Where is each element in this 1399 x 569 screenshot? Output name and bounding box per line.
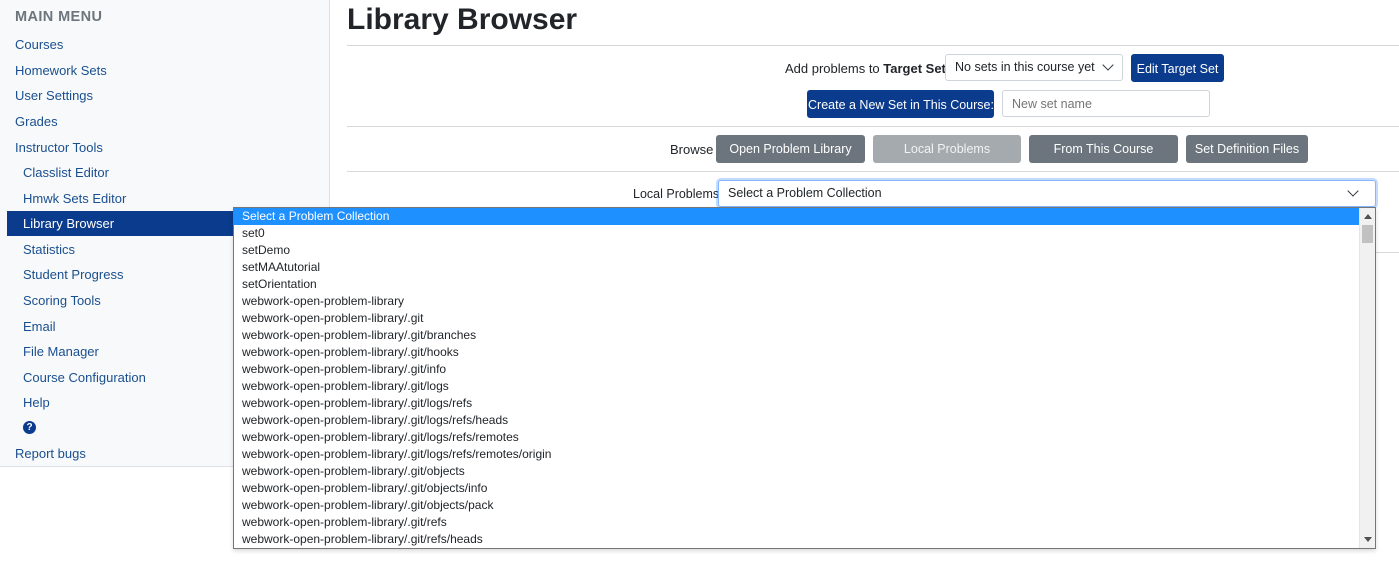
- dropdown-option[interactable]: webwork-open-problem-library/.git/hooks: [234, 344, 1375, 361]
- dropdown-option[interactable]: webwork-open-problem-library/.git/object…: [234, 497, 1375, 514]
- main-menu-heading: MAIN MENU: [15, 9, 103, 25]
- dropdown-option[interactable]: setMAAtutorial: [234, 259, 1375, 276]
- menu-item-statistics[interactable]: Statistics: [23, 237, 75, 262]
- target-set-label: Add problems to Target Set:: [785, 61, 950, 76]
- scrollbar-thumb[interactable]: [1362, 225, 1373, 243]
- dropdown-option[interactable]: webwork-open-problem-library/.git/logs/r…: [234, 412, 1375, 429]
- dropdown-option[interactable]: set0: [234, 225, 1375, 242]
- divider: [347, 171, 1399, 172]
- chevron-down-icon: [1347, 185, 1359, 197]
- target-set-label-prefix: Add problems to: [785, 61, 884, 76]
- new-set-name-input[interactable]: [1002, 90, 1210, 117]
- menu-item-scoring-tools[interactable]: Scoring Tools: [23, 288, 101, 313]
- menu-item-classlist-editor[interactable]: Classlist Editor: [23, 160, 109, 185]
- dropdown-option[interactable]: webwork-open-problem-library/.git/refs/h…: [234, 531, 1375, 548]
- dropdown-option[interactable]: webwork-open-problem-library/.git/branch…: [234, 327, 1375, 344]
- dropdown-option[interactable]: webwork-open-problem-library/.git/object…: [234, 480, 1375, 497]
- problem-collection-dropdown-list[interactable]: Select a Problem Collection set0 setDemo se…: [233, 207, 1376, 549]
- dropdown-option[interactable]: setDemo: [234, 242, 1375, 259]
- problem-collection-select-value: Select a Problem Collection: [728, 186, 882, 200]
- menu-item-grades[interactable]: Grades: [15, 109, 58, 134]
- create-new-set-button[interactable]: Create a New Set in This Course:: [807, 90, 994, 118]
- chevron-down-icon: [1102, 59, 1114, 71]
- open-problem-library-button[interactable]: Open Problem Library: [716, 135, 865, 163]
- target-set-select-value: No sets in this course yet: [955, 60, 1095, 74]
- dropdown-scrollbar[interactable]: [1359, 208, 1375, 548]
- divider: [347, 126, 1399, 127]
- from-this-course-button[interactable]: From This Course: [1029, 135, 1178, 163]
- menu-item-file-manager[interactable]: File Manager: [23, 339, 99, 364]
- dropdown-option[interactable]: setOrientation: [234, 276, 1375, 293]
- target-set-select[interactable]: No sets in this course yet: [945, 54, 1123, 81]
- menu-item-report-bugs[interactable]: Report bugs: [15, 441, 86, 466]
- dropdown-option[interactable]: webwork-open-problem-library/.git/refs: [234, 514, 1375, 531]
- question-circle-icon[interactable]: ?: [23, 421, 36, 434]
- menu-item-email[interactable]: Email: [23, 314, 56, 339]
- dropdown-option[interactable]: webwork-open-problem-library/.git: [234, 310, 1375, 327]
- menu-item-help[interactable]: Help: [23, 390, 50, 415]
- dropdown-options: Select a Problem Collection set0 setDemo se…: [234, 208, 1375, 548]
- menu-item-homework-sets[interactable]: Homework Sets: [15, 58, 107, 83]
- local-problems-button[interactable]: Local Problems: [873, 135, 1021, 163]
- menu-item-courses[interactable]: Courses: [15, 32, 63, 57]
- dropdown-option[interactable]: webwork-open-problem-library/.git/logs: [234, 378, 1375, 395]
- dropdown-option[interactable]: webwork-open-problem-library/.git/info: [234, 361, 1375, 378]
- scroll-up-arrow-icon[interactable]: [1364, 214, 1372, 219]
- edit-target-set-button[interactable]: Edit Target Set: [1131, 54, 1224, 82]
- dropdown-option[interactable]: webwork-open-problem-library/.git/logs/r…: [234, 395, 1375, 412]
- divider: [347, 45, 1399, 46]
- dropdown-option[interactable]: webwork-open-problem-library/.git/logs/r…: [234, 429, 1375, 446]
- browse-label: Browse: [670, 142, 714, 157]
- target-set-label-bold: Target Set:: [883, 61, 951, 76]
- set-definition-files-button[interactable]: Set Definition Files: [1186, 135, 1308, 163]
- dropdown-option[interactable]: webwork-open-problem-library/.git/object…: [234, 463, 1375, 480]
- dropdown-option[interactable]: webwork-open-problem-library/.git/logs/r…: [234, 446, 1375, 463]
- menu-item-user-settings[interactable]: User Settings: [15, 83, 93, 108]
- menu-item-course-configuration[interactable]: Course Configuration: [23, 365, 146, 390]
- problem-collection-select[interactable]: Select a Problem Collection: [718, 180, 1376, 207]
- menu-item-student-progress[interactable]: Student Progress: [23, 262, 123, 287]
- scroll-down-arrow-icon[interactable]: [1364, 537, 1372, 542]
- dropdown-option[interactable]: webwork-open-problem-library: [234, 293, 1375, 310]
- local-problems-label: Local Problems:: [633, 187, 723, 201]
- page-title: Library Browser: [347, 3, 578, 36]
- menu-item-hmwk-sets-editor[interactable]: Hmwk Sets Editor: [23, 186, 126, 211]
- dropdown-option[interactable]: Select a Problem Collection: [234, 208, 1375, 225]
- menu-item-instructor-tools[interactable]: Instructor Tools: [15, 135, 103, 160]
